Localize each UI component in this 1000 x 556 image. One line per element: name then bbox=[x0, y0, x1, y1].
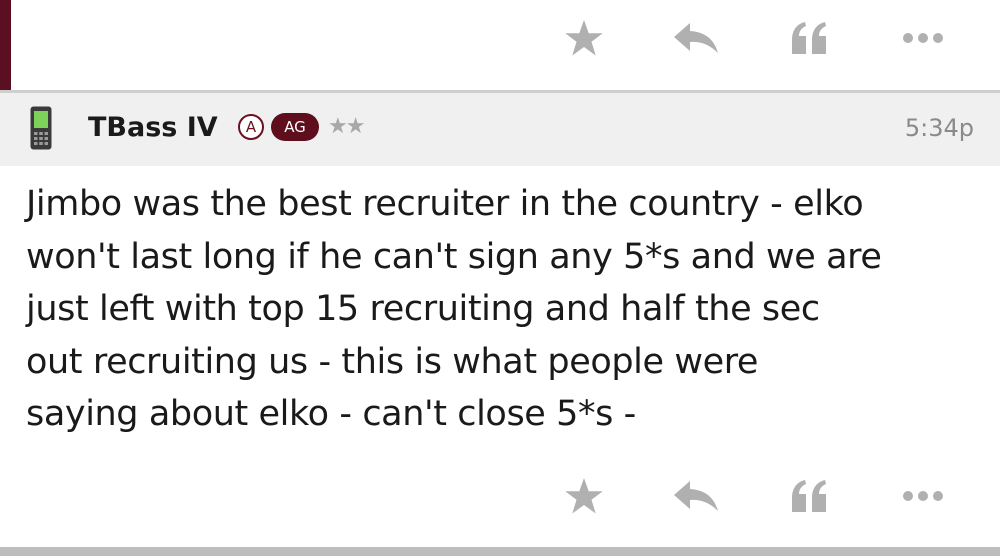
quote-icon bbox=[792, 480, 826, 512]
post-header: TBass IV A AG ★★ 5:34p bbox=[0, 93, 1000, 166]
reply-button[interactable] bbox=[668, 12, 724, 64]
quote-button[interactable] bbox=[782, 12, 838, 64]
quote-icon bbox=[792, 22, 826, 54]
badge-ag: AG bbox=[271, 113, 319, 141]
more-button[interactable] bbox=[895, 12, 951, 64]
phone-icon bbox=[30, 106, 52, 150]
post-body-line: just left with top 15 recruiting and hal… bbox=[26, 289, 820, 329]
rank-stars-icon: ★★ bbox=[328, 114, 365, 139]
post-body-line: out recruiting us - this is what people … bbox=[26, 341, 759, 382]
reply-button[interactable] bbox=[668, 470, 724, 522]
star-button[interactable] bbox=[556, 12, 612, 64]
star-icon bbox=[565, 20, 603, 56]
username[interactable]: TBass IV bbox=[88, 111, 218, 145]
quote-button[interactable] bbox=[782, 470, 838, 522]
post-bottom-border bbox=[0, 547, 1000, 556]
reply-icon bbox=[674, 23, 718, 53]
more-button[interactable] bbox=[895, 470, 951, 522]
more-icon bbox=[903, 33, 943, 43]
star-button[interactable] bbox=[556, 470, 612, 522]
post-body-line: Jimbo was the best recruiter in the coun… bbox=[26, 184, 864, 224]
forum-thread-view: TBass IV A AG ★★ 5:34p Jimbo was the bes… bbox=[0, 0, 1000, 556]
post-timestamp: 5:34p bbox=[904, 114, 974, 142]
star-icon bbox=[565, 478, 603, 514]
post-body-line: won't last long if he can't sign any 5*s… bbox=[26, 236, 882, 277]
post-actions bbox=[0, 458, 1000, 534]
badge-a: A bbox=[238, 114, 264, 140]
reply-icon bbox=[674, 481, 718, 511]
post-body: Jimbo was the best recruiter in the coun… bbox=[26, 178, 986, 441]
more-icon bbox=[903, 491, 943, 501]
post-body-line: saying about elko - can't close 5*s - bbox=[26, 394, 636, 434]
previous-post-actions bbox=[0, 0, 1000, 76]
